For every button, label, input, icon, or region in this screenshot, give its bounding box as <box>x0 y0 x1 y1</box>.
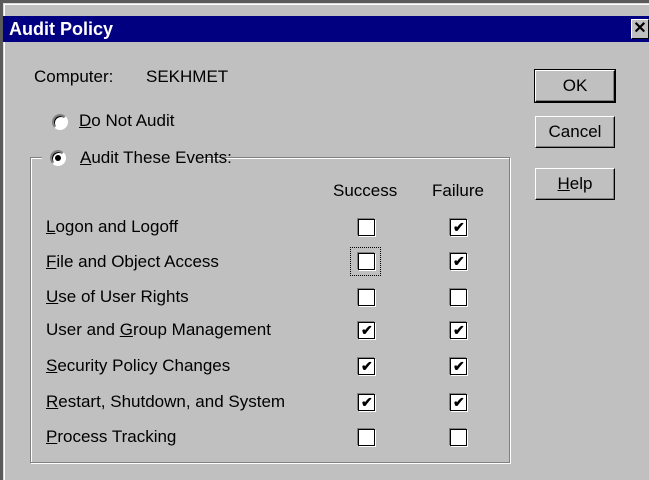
check-icon: ✔ <box>361 394 373 410</box>
dialog-title: Audit Policy <box>9 19 114 39</box>
user-rights-failure-checkbox[interactable] <box>450 289 467 306</box>
event-label-restart-shutdown: Restart, Shutdown, and System <box>46 392 286 411</box>
process-tracking-success-checkbox[interactable] <box>358 429 375 446</box>
computer-name: SEKHMET <box>146 67 229 86</box>
logon-failure-checkbox[interactable]: ✔ <box>450 219 467 236</box>
audit-these-events-option[interactable]: Audit These Events: <box>42 148 232 168</box>
user-group-mgmt-success-checkbox[interactable]: ✔ <box>358 322 375 339</box>
failure-column-header: Failure <box>432 181 484 200</box>
success-column-header: Success <box>333 181 398 200</box>
ok-button[interactable]: OK <box>534 69 616 103</box>
user-group-mgmt-failure-checkbox[interactable]: ✔ <box>450 322 467 339</box>
cancel-button[interactable]: Cancel <box>535 116 615 148</box>
title-bar[interactable]: Audit Policy ✕ <box>3 16 649 42</box>
security-policy-failure-checkbox[interactable]: ✔ <box>450 358 467 375</box>
audit-events-groupbox <box>30 157 510 463</box>
logon-success-checkbox[interactable] <box>358 219 375 236</box>
check-icon: ✔ <box>453 219 465 235</box>
check-icon: ✔ <box>361 358 373 374</box>
process-tracking-failure-checkbox[interactable] <box>450 429 467 446</box>
radio-selected-dot <box>55 155 61 161</box>
audit-these-events-label[interactable]: Audit These Events: <box>80 148 232 167</box>
help-button[interactable]: Help <box>535 168 615 200</box>
check-icon: ✔ <box>453 322 465 338</box>
security-policy-success-checkbox[interactable]: ✔ <box>358 358 375 375</box>
check-icon: ✔ <box>453 394 465 410</box>
event-label-user-group-mgmt: User and Group Management <box>46 320 271 339</box>
event-label-process-tracking: Process Tracking <box>46 427 177 446</box>
do-not-audit-radio[interactable] <box>52 114 68 130</box>
event-label-logon: Logon and Logoff <box>46 217 179 236</box>
file-object-failure-checkbox[interactable]: ✔ <box>450 253 467 270</box>
check-icon: ✔ <box>453 253 465 269</box>
check-icon: ✔ <box>453 358 465 374</box>
do-not-audit-label[interactable]: Do Not Audit <box>79 111 174 131</box>
audit-these-events-radio[interactable] <box>50 150 66 166</box>
file-object-success-checkbox[interactable] <box>358 253 375 270</box>
restart-shutdown-failure-checkbox[interactable]: ✔ <box>450 394 467 411</box>
event-label-user-rights: Use of User Rights <box>46 287 189 306</box>
check-icon: ✔ <box>361 322 373 338</box>
restart-shutdown-success-checkbox[interactable]: ✔ <box>358 394 375 411</box>
close-icon[interactable]: ✕ <box>631 19 649 39</box>
event-label-file-object: File and Object Access <box>46 252 219 271</box>
computer-label: Computer: <box>34 67 114 86</box>
user-rights-success-checkbox[interactable] <box>358 289 375 306</box>
event-label-security-policy: Security Policy Changes <box>46 356 231 375</box>
